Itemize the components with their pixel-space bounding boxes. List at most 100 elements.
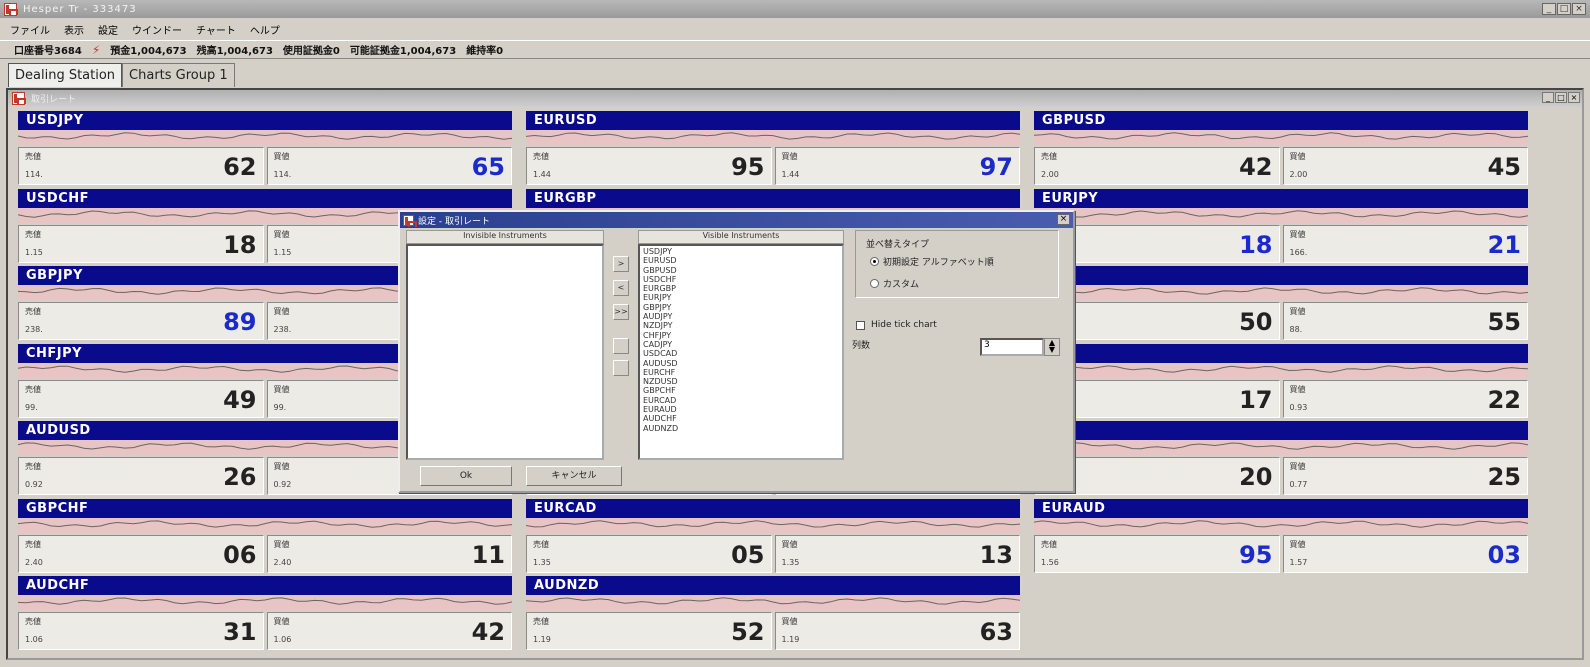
move-down-button[interactable] [613, 360, 629, 376]
visible-instrument-item[interactable]: USDJPY [643, 247, 839, 256]
visible-instrument-item[interactable]: EURJPY [643, 293, 839, 302]
rate-tile[interactable]: GBPUSD 売値 2.00 42 買値 2.00 45 [1034, 111, 1528, 185]
ask-quote[interactable]: 買値 88. 55 [1282, 302, 1528, 340]
hide-tick-chart-checkbox[interactable]: Hide tick chart [856, 320, 937, 330]
bid-price-prefix: 238. [25, 325, 43, 334]
bid-quote[interactable]: 売値 1.19 52 [526, 612, 772, 650]
menu-bar: ファイル 表示 設定 ウインドー チャート ヘルプ [0, 19, 1590, 39]
bid-quote[interactable]: 売値 1.44 95 [526, 147, 772, 185]
bid-quote[interactable]: 売値 238. 89 [18, 302, 264, 340]
menu-settings[interactable]: 設定 [98, 22, 118, 37]
dialog-title: 設定 - 取引レート [418, 216, 490, 227]
visible-instrument-item[interactable]: NZDJPY [643, 321, 839, 330]
visible-instrument-item[interactable]: AUDCHF [643, 414, 839, 423]
visible-instrument-item[interactable]: EURCAD [643, 396, 839, 405]
sort-default-radio[interactable]: 初期設定 アルファベット順 [870, 255, 994, 268]
rate-tile[interactable]: AUDCHF 売値 1.06 31 買値 1.06 42 [18, 576, 512, 650]
rate-tile[interactable]: EURAUD 売値 1.56 95 買値 1.57 03 [1034, 499, 1528, 573]
checkbox-icon [856, 320, 865, 330]
menu-chart[interactable]: チャート [196, 22, 236, 37]
visible-instrument-item[interactable]: EURUSD [643, 256, 839, 265]
bid-quote[interactable]: 売値 2.40 06 [18, 535, 264, 573]
ask-quote[interactable]: 買値 1.06 42 [266, 612, 512, 650]
bid-quote[interactable]: 売値 114. 62 [18, 147, 264, 185]
visible-instrument-item[interactable]: GBPCHF [643, 386, 839, 395]
bid-quote[interactable]: 売値 1.56 95 [1034, 535, 1280, 573]
visible-instrument-item[interactable]: GBPUSD [643, 266, 839, 275]
visible-instrument-item[interactable]: AUDNZD [643, 424, 839, 433]
visible-instruments-list[interactable]: USDJPY EURUSD GBPUSD USDCHF EURGBP EURJPY GBPJ… [638, 244, 844, 460]
visible-instrument-item[interactable]: EURAUD [643, 405, 839, 414]
rate-tile[interactable]: JPY売値50買値88.55 [1034, 266, 1528, 340]
rate-tile[interactable]: EURUSD 売値 1.44 95 買値 1.44 97 [526, 111, 1020, 185]
bid-price-pips: 52 [731, 618, 765, 646]
visible-instrument-item[interactable]: EURCHF [643, 368, 839, 377]
rate-tile[interactable]: USDJPY 売値 114. 62 買値 114. 65 [18, 111, 512, 185]
ask-price-pips: 03 [1487, 541, 1521, 569]
rates-maximize-icon[interactable]: □ [1555, 92, 1567, 103]
ask-label: 買値 [781, 617, 798, 626]
sort-custom-radio[interactable]: カスタム [870, 277, 919, 290]
rate-tile[interactable]: EURCAD 売値 1.35 05 買値 1.35 13 [526, 499, 1020, 573]
columns-spinner[interactable]: 3 ▲ ▼ [980, 338, 1060, 356]
tab-charts-group-1[interactable]: Charts Group 1 [122, 63, 235, 87]
rate-tile[interactable]: GBPCHF 売値 2.40 06 買値 2.40 11 [18, 499, 512, 573]
move-right-button[interactable]: > [613, 256, 629, 272]
ask-quote[interactable]: 買値 0.77 25 [1282, 457, 1528, 495]
ask-quote[interactable]: 買値 1.35 13 [774, 535, 1020, 573]
columns-value[interactable]: 3 [980, 338, 1044, 356]
visible-instrument-item[interactable]: AUDUSD [643, 359, 839, 368]
bid-quote[interactable]: 売値 1.35 05 [526, 535, 772, 573]
ask-quote[interactable]: 買値 2.40 11 [266, 535, 512, 573]
bid-quote[interactable]: 売値 99. 49 [18, 380, 264, 418]
ask-quote[interactable]: 買値 0.93 22 [1282, 380, 1528, 418]
menu-view[interactable]: 表示 [64, 22, 84, 37]
dialog-close-icon[interactable]: × [1057, 214, 1070, 225]
spinner-arrows-icon[interactable]: ▲ ▼ [1044, 338, 1060, 356]
ok-button[interactable]: Ok [420, 466, 512, 486]
ask-quote[interactable]: 買値 114. 65 [266, 147, 512, 185]
ask-price-pips: 97 [979, 153, 1013, 181]
visible-instrument-item[interactable]: CADJPY [643, 340, 839, 349]
cancel-button[interactable]: キャンセル [526, 466, 622, 486]
invisible-instruments-list[interactable] [406, 244, 604, 460]
visible-instrument-item[interactable]: USDCHF [643, 275, 839, 284]
close-icon[interactable]: × [1572, 3, 1586, 15]
bid-price-prefix: 1.35 [533, 558, 551, 567]
menu-window[interactable]: ウインドー [132, 22, 182, 37]
ask-label: 買値 [273, 462, 290, 471]
ask-quote[interactable]: 買値 2.00 45 [1282, 147, 1528, 185]
rate-tile[interactable]: AUDNZD 売値 1.19 52 買値 1.19 63 [526, 576, 1020, 650]
visible-instrument-item[interactable]: NZDUSD [643, 377, 839, 386]
rate-tile[interactable]: CAD売値17買値0.9322 [1034, 344, 1528, 418]
visible-instrument-item[interactable]: GBPJPY [643, 303, 839, 312]
ask-quote[interactable]: 買値 166. 21 [1282, 225, 1528, 263]
ask-quote[interactable]: 買値 1.44 97 [774, 147, 1020, 185]
ask-quote[interactable]: 買値 1.57 03 [1282, 535, 1528, 573]
menu-help[interactable]: ヘルプ [250, 22, 280, 37]
visible-instrument-item[interactable]: EURGBP [643, 284, 839, 293]
move-left-button[interactable]: < [613, 280, 629, 296]
bid-quote[interactable]: 売値 0.92 26 [18, 457, 264, 495]
bid-quote[interactable]: 売値 1.15 18 [18, 225, 264, 263]
visible-instrument-item[interactable]: AUDJPY [643, 312, 839, 321]
visible-instrument-item[interactable]: CHFJPY [643, 331, 839, 340]
menu-file[interactable]: ファイル [10, 22, 50, 37]
move-up-button[interactable] [613, 338, 629, 354]
bid-quote[interactable]: 売値 2.00 42 [1034, 147, 1280, 185]
rates-close-icon[interactable]: × [1568, 92, 1580, 103]
rate-tile[interactable]: EURJPY売値18買値166.21 [1034, 189, 1528, 263]
maximize-icon[interactable]: □ [1557, 3, 1571, 15]
bid-quote[interactable]: 売値 1.06 31 [18, 612, 264, 650]
visible-instrument-item[interactable]: USDCAD [643, 349, 839, 358]
rates-minimize-icon[interactable]: _ [1542, 92, 1554, 103]
ask-price-pips: 65 [471, 153, 505, 181]
move-all-right-button[interactable]: >> [613, 304, 629, 320]
minimize-icon[interactable]: _ [1542, 3, 1556, 15]
tile-symbol: AUDCHF [18, 576, 512, 595]
rate-tile[interactable]: USD売値20買値0.7725 [1034, 421, 1528, 495]
ask-price-pips: 11 [471, 541, 505, 569]
ask-quote[interactable]: 買値 1.19 63 [774, 612, 1020, 650]
ask-price-prefix: 0.92 [273, 480, 292, 489]
tab-dealing-station[interactable]: Dealing Station [8, 63, 123, 87]
